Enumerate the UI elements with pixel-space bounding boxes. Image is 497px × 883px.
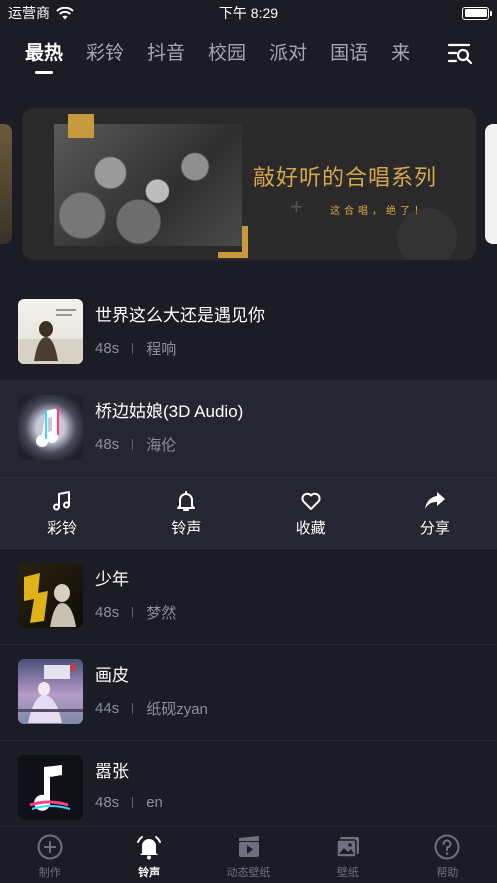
song-title: 画皮 (95, 666, 129, 685)
song-row[interactable]: 少年 48s 梦然 (0, 549, 497, 645)
bell-icon (177, 490, 196, 511)
meta-divider (132, 703, 134, 714)
nav-label: 壁纸 (336, 867, 359, 879)
song-title: 少年 (95, 570, 129, 589)
song-artist: 梦然 (146, 605, 177, 622)
song-row[interactable]: 世界这么大还是遇见你 48s 程响 (0, 285, 497, 381)
banner-decor-square (68, 114, 94, 138)
tab-paidui[interactable]: 派对 (269, 36, 307, 76)
status-left: 运营商 (8, 3, 74, 23)
favorite-button[interactable]: 收藏 (249, 478, 373, 548)
set-cailing-button[interactable]: 彩铃 (0, 478, 124, 548)
music-note-logo-icon (18, 395, 83, 460)
banner-decor-corner (218, 226, 248, 258)
video-icon (238, 836, 259, 857)
status-bar: 运营商 下午 8:29 (0, 0, 497, 26)
nav-wallpaper[interactable]: 壁纸 (298, 827, 397, 883)
tab-zuire[interactable]: 最热 (25, 36, 63, 76)
song-meta: 44s 纸砚zyan (95, 698, 208, 719)
song-artist: 纸砚zyan (146, 701, 208, 718)
set-ringtone-button[interactable]: 铃声 (124, 478, 248, 548)
meta-divider (132, 797, 134, 808)
battery-icon (462, 6, 492, 20)
bottom-nav: 制作 铃声 动态壁纸 壁纸 帮助 (0, 826, 497, 883)
share-icon (424, 491, 445, 509)
tab-lai[interactable]: 来 (391, 36, 410, 76)
music-note-logo-icon (18, 755, 83, 820)
song-artist: 海伦 (146, 437, 177, 454)
song-meta: 48s 海伦 (95, 434, 176, 455)
banner-next-peek[interactable] (485, 124, 497, 244)
album-cover-huapi-icon (18, 659, 83, 724)
heart-icon (301, 492, 321, 510)
song-row-expanded[interactable]: 桥边姑娘(3D Audio) 48s 海伦 (0, 381, 497, 477)
song-meta: 48s en (95, 794, 163, 811)
song-duration: 48s (95, 340, 120, 357)
plus-circle-icon (37, 834, 63, 860)
song-duration: 48s (95, 436, 120, 453)
nav-ringtone[interactable]: 铃声 (99, 827, 198, 883)
song-duration: 48s (95, 604, 120, 621)
album-cover-shaonian-icon (18, 563, 83, 628)
category-menu-button[interactable] (447, 41, 473, 67)
song-row[interactable]: 嚣张 48s en (0, 741, 497, 837)
tab-douyin[interactable]: 抖音 (147, 36, 185, 76)
nav-label: 动态壁纸 (226, 867, 271, 879)
song-row[interactable]: 画皮 44s 纸砚zyan (0, 645, 497, 741)
action-label: 彩铃 (47, 519, 78, 537)
help-icon (434, 834, 460, 860)
wifi-icon (56, 6, 74, 19)
song-artist: en (146, 794, 163, 811)
meta-divider (132, 343, 134, 354)
song-title: 桥边姑娘(3D Audio) (95, 402, 244, 421)
song-action-bar: 彩铃 铃声 收藏 分享 (0, 477, 497, 549)
song-meta: 48s 梦然 (95, 602, 176, 623)
image-icon (336, 837, 359, 858)
tab-xiaoyuan[interactable]: 校园 (208, 36, 246, 76)
tab-guoyu[interactable]: 国语 (330, 36, 368, 76)
action-label: 分享 (419, 519, 450, 537)
song-duration: 44s (95, 700, 120, 717)
category-tabs: 最热 彩铃 抖音 校园 派对 国语 来 (0, 36, 497, 82)
carrier-label: 运营商 (8, 5, 50, 21)
share-button[interactable]: 分享 (373, 478, 497, 548)
nav-help[interactable]: 帮助 (398, 827, 497, 883)
bell-icon (137, 836, 162, 860)
banner-subtitle: 这合唱，绝了！ (330, 206, 428, 217)
song-title: 世界这么大还是遇见你 (95, 306, 265, 325)
nav-label: 铃声 (138, 867, 161, 879)
tab-cailing[interactable]: 彩铃 (86, 36, 124, 76)
song-list: 世界这么大还是遇见你 48s 程响 桥边姑娘(3D Audio) 48s 海伦 (0, 285, 497, 837)
nav-label: 帮助 (436, 867, 459, 879)
song-meta: 48s 程响 (95, 338, 176, 359)
nav-live-wallpaper[interactable]: 动态壁纸 (199, 827, 298, 883)
banner-prev-peek[interactable] (0, 124, 12, 244)
banner-plus-decor: + (290, 194, 303, 219)
music-note-icon (53, 490, 71, 510)
status-time: 下午 8:29 (218, 5, 279, 21)
meta-divider (132, 439, 134, 450)
meta-divider (132, 607, 134, 618)
banner-choir-photo (54, 124, 242, 246)
nav-label: 制作 (38, 867, 61, 879)
song-title: 嚣张 (95, 762, 129, 781)
banner[interactable]: + 敲好听的合唱系列 这合唱，绝了！ (22, 108, 476, 260)
album-cover-lady-icon (18, 299, 83, 364)
action-label: 收藏 (295, 519, 326, 537)
song-duration: 48s (95, 794, 120, 811)
song-artist: 程响 (146, 341, 177, 358)
nav-create[interactable]: 制作 (0, 827, 99, 883)
list-search-icon (447, 43, 473, 65)
tab-strip: 最热 彩铃 抖音 校园 派对 国语 来 (25, 36, 445, 76)
banner-title: 敲好听的合唱系列 (253, 166, 438, 191)
action-label: 铃声 (171, 519, 202, 537)
